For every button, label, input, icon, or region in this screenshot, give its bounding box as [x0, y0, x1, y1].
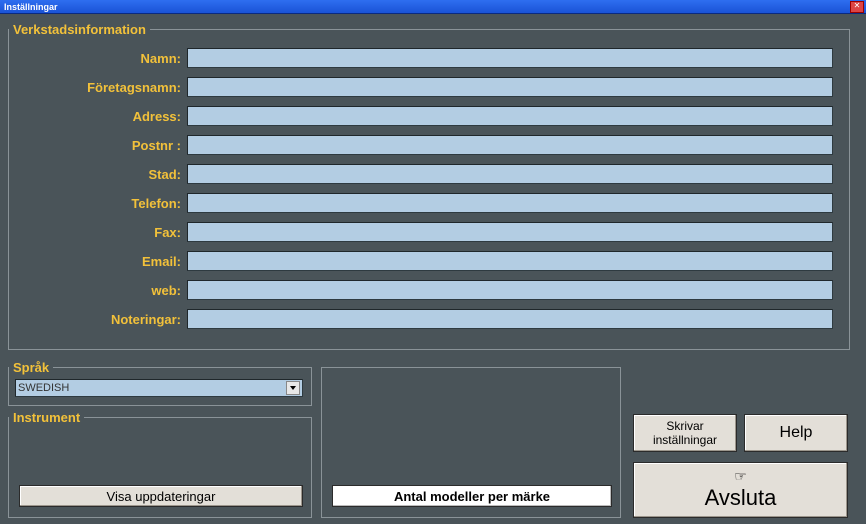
workshop-info-legend: Verkstadsinformation — [9, 22, 150, 37]
phone-field[interactable] — [187, 193, 833, 213]
instrument-legend: Instrument — [9, 410, 84, 425]
models-per-brand-label: Antal modeller per märke — [394, 489, 550, 504]
workspace: Verkstadsinformation Namn: Företagsnamn:… — [0, 14, 866, 524]
company-label: Företagsnamn: — [25, 80, 187, 95]
name-label: Namn: — [25, 51, 187, 66]
email-label: Email: — [25, 254, 187, 269]
close-button[interactable]: ✕ — [850, 1, 864, 13]
show-updates-label: Visa uppdateringar — [107, 489, 216, 504]
name-field[interactable] — [187, 48, 833, 68]
exit-button[interactable]: ☞ Avsluta — [633, 462, 848, 518]
postcode-field[interactable] — [187, 135, 833, 155]
printer-settings-button[interactable]: Skrivar inställningar — [633, 414, 737, 452]
notes-label: Noteringar: — [25, 312, 187, 327]
exit-label: Avsluta — [705, 485, 777, 511]
models-per-brand-button[interactable]: Antal modeller per märke — [332, 485, 612, 507]
company-field[interactable] — [187, 77, 833, 97]
show-updates-button[interactable]: Visa uppdateringar — [19, 485, 303, 507]
printer-settings-label-2: inställningar — [653, 433, 717, 447]
window-title: Inställningar — [2, 2, 58, 12]
mid-panel: Antal modeller per märke — [321, 367, 621, 518]
help-label: Help — [780, 424, 813, 442]
language-selected-value: SWEDISH — [18, 382, 69, 394]
web-label: web: — [25, 283, 187, 298]
city-field[interactable] — [187, 164, 833, 184]
chevron-down-icon — [286, 381, 300, 395]
notes-field[interactable] — [187, 309, 833, 329]
language-legend: Språk — [9, 360, 53, 375]
email-field[interactable] — [187, 251, 833, 271]
language-select[interactable]: SWEDISH — [15, 379, 303, 397]
title-bar: Inställningar ✕ — [0, 0, 866, 14]
fax-field[interactable] — [187, 222, 833, 242]
instrument-group: Instrument Visa uppdateringar — [8, 410, 312, 518]
address-label: Adress: — [25, 109, 187, 124]
printer-settings-label-1: Skrivar — [666, 419, 703, 433]
web-field[interactable] — [187, 280, 833, 300]
postcode-label: Postnr : — [25, 138, 187, 153]
workshop-info-group: Verkstadsinformation Namn: Företagsnamn:… — [8, 22, 850, 350]
phone-label: Telefon: — [25, 196, 187, 211]
city-label: Stad: — [25, 167, 187, 182]
address-field[interactable] — [187, 106, 833, 126]
fax-label: Fax: — [25, 225, 187, 240]
help-button[interactable]: Help — [744, 414, 848, 452]
language-group: Språk SWEDISH — [8, 360, 312, 406]
pointing-hand-icon: ☞ — [734, 469, 747, 483]
